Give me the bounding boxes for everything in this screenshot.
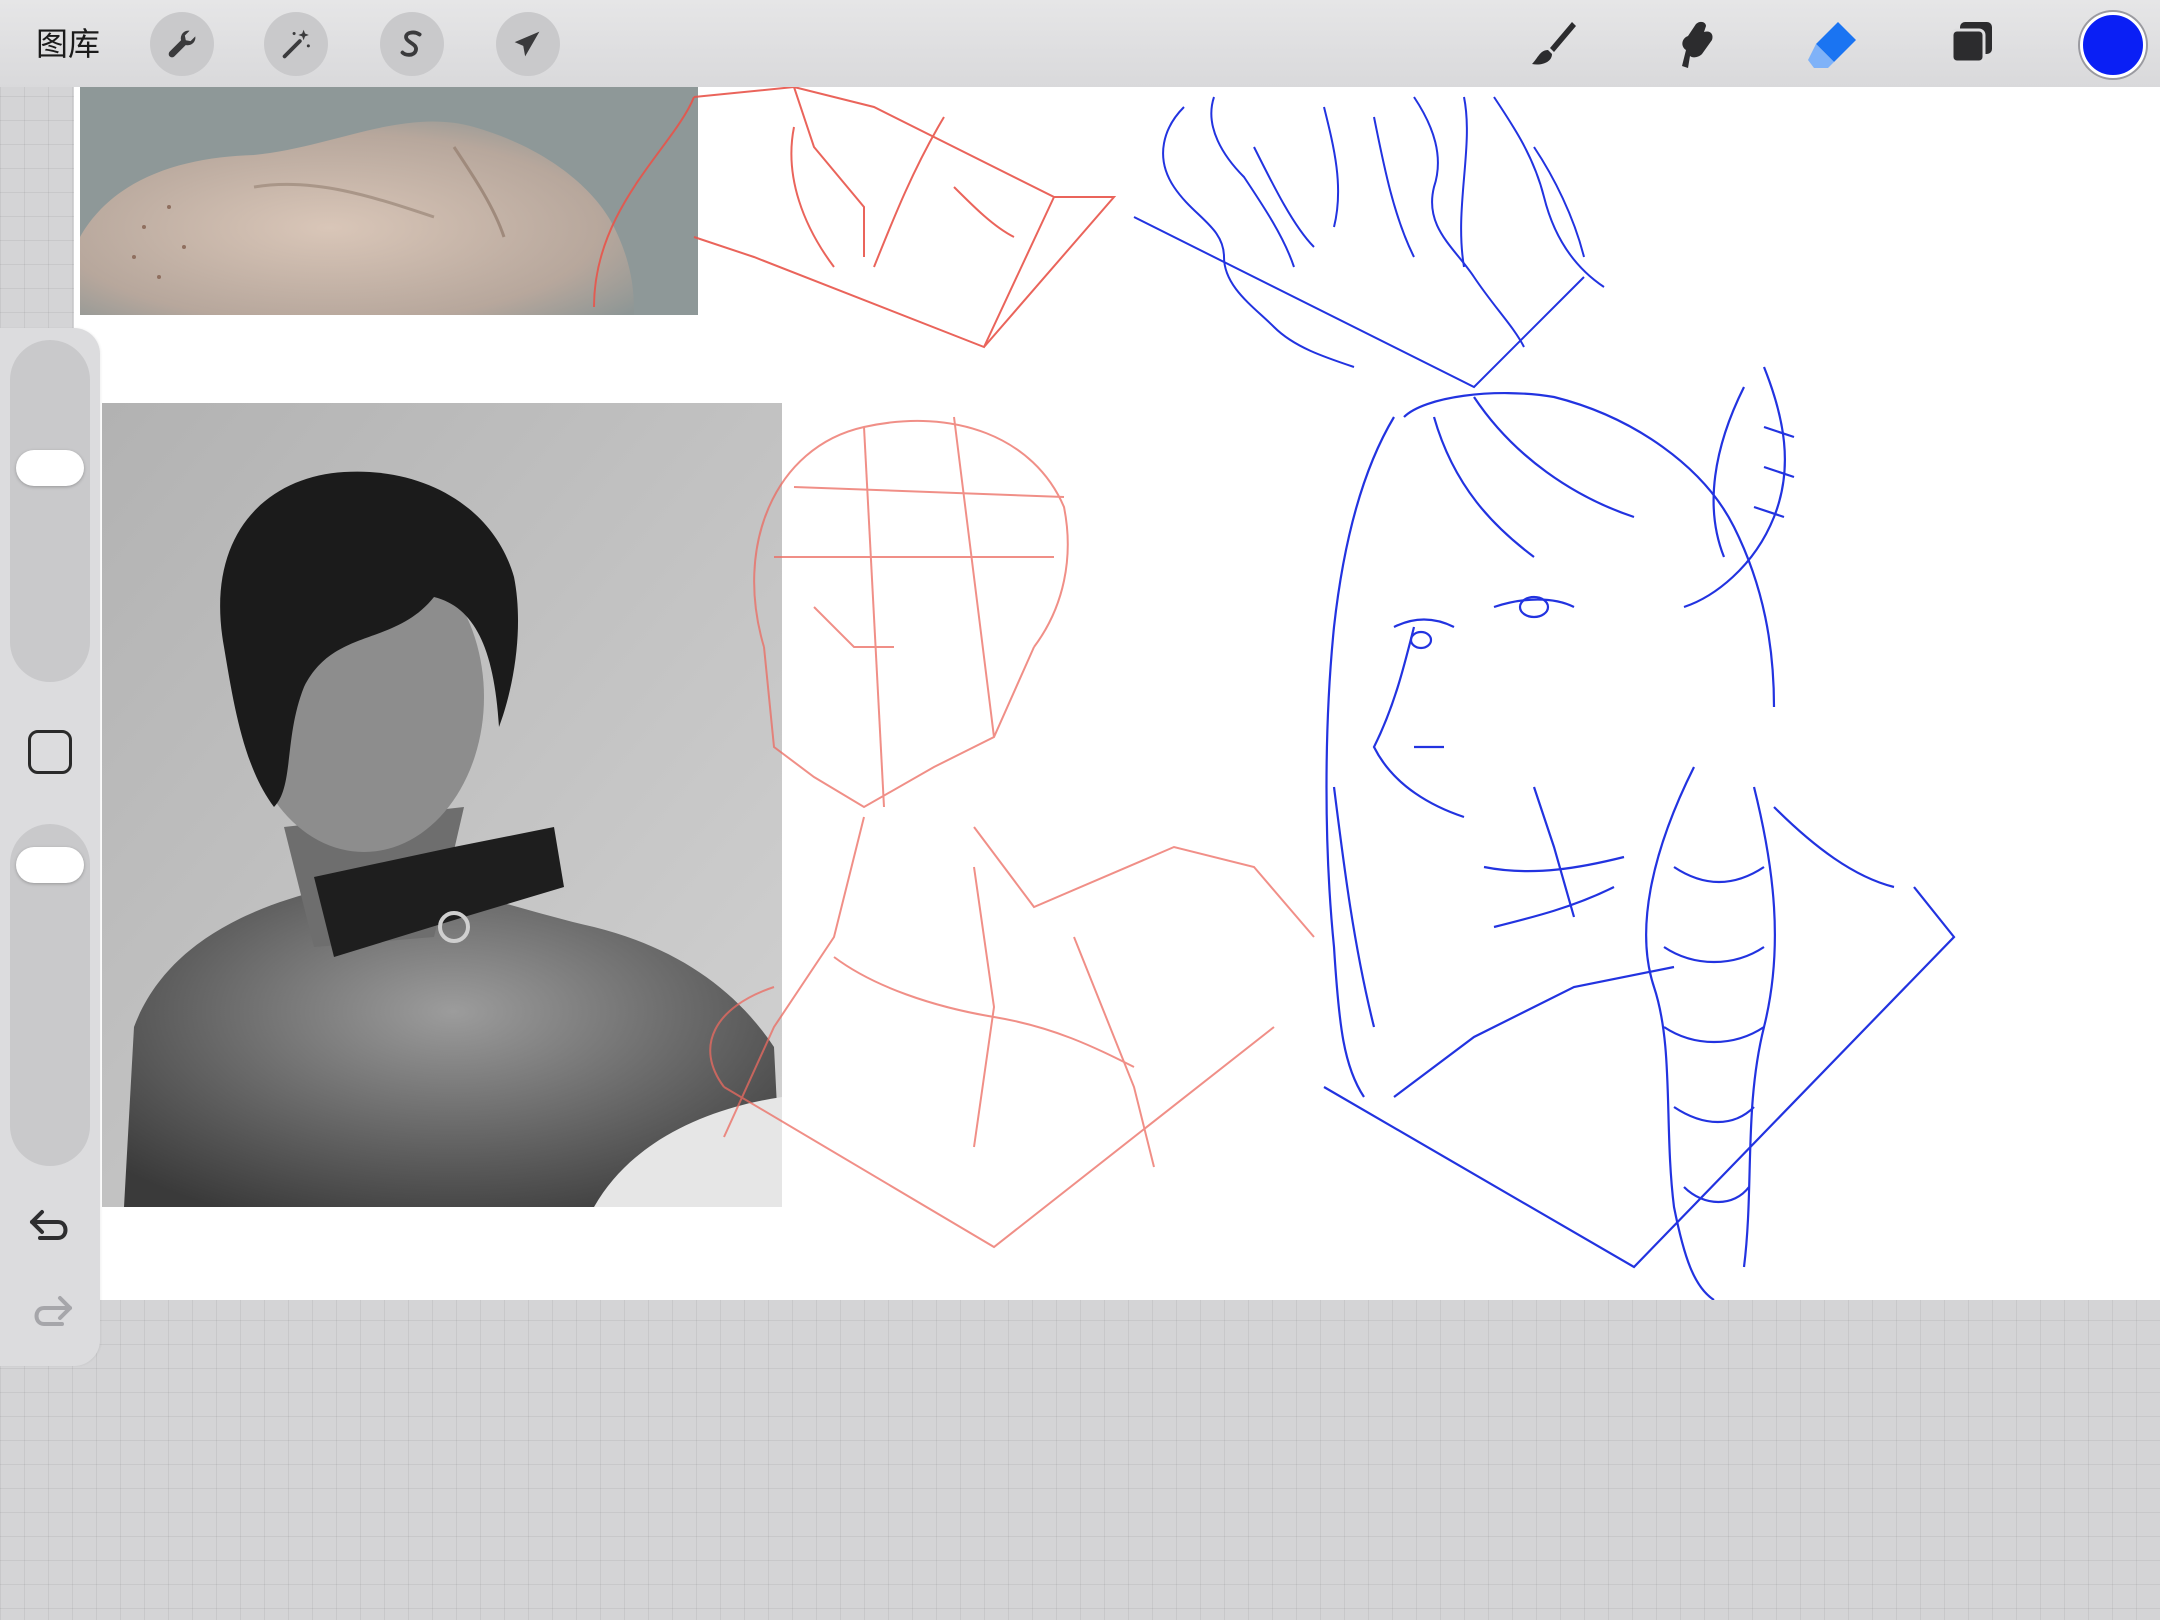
blue-sketch-long-hair-figure <box>1323 366 1956 1300</box>
redo-button[interactable] <box>26 1290 76 1334</box>
undo-icon <box>30 1210 68 1240</box>
reference-photo-portrait <box>102 403 782 1207</box>
reference-photo-shoulders <box>80 87 698 315</box>
red-construction-sketch-head <box>709 416 1315 1249</box>
smudge-finger-icon <box>1682 21 1713 68</box>
brush-tool-button[interactable] <box>1520 12 1584 76</box>
magic-wand-icon <box>282 29 310 59</box>
modify-button[interactable] <box>28 730 72 774</box>
eraser-icon <box>1808 22 1856 68</box>
adjustments-button[interactable] <box>264 12 328 76</box>
side-bar <box>0 328 100 1366</box>
layers-button[interactable] <box>1940 12 2004 76</box>
selection-button[interactable] <box>380 12 444 76</box>
top-toolbar: 图库 <box>0 0 2160 87</box>
arrow-cursor-icon <box>514 31 540 57</box>
opacity-slider[interactable] <box>10 824 90 1166</box>
brush-size-slider[interactable] <box>10 340 90 682</box>
drawing-canvas[interactable] <box>74 87 2160 1300</box>
layers-icon <box>1950 22 1992 64</box>
gallery-button[interactable]: 图库 <box>36 20 100 68</box>
actions-button[interactable] <box>150 12 214 76</box>
brush-icon <box>1532 22 1576 65</box>
smudge-tool-button[interactable] <box>1662 12 1726 76</box>
wrench-icon <box>168 30 196 58</box>
redo-icon <box>34 1296 72 1326</box>
brush-size-handle[interactable] <box>16 449 84 486</box>
undo-button[interactable] <box>26 1204 76 1248</box>
selection-s-icon <box>400 30 422 57</box>
eraser-tool-button[interactable] <box>1800 12 1864 76</box>
color-picker-button[interactable] <box>2080 12 2146 78</box>
blue-sketch-curly-hair <box>1133 96 1605 389</box>
transform-button[interactable] <box>496 12 560 76</box>
opacity-handle[interactable] <box>16 846 84 883</box>
